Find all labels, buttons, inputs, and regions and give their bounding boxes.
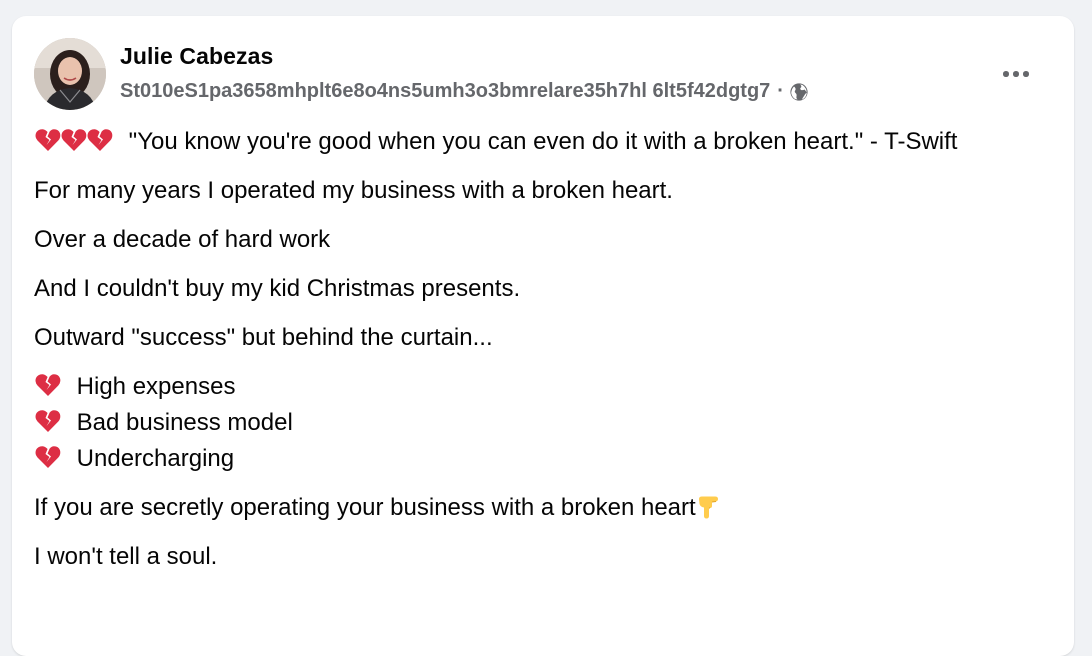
broken-heart-icon xyxy=(35,129,61,151)
list-item-label: Undercharging xyxy=(76,445,235,472)
backhand-index-pointing-down-icon xyxy=(698,496,718,519)
more-options-dot xyxy=(1013,71,1019,77)
broken-heart-icon xyxy=(35,446,61,468)
quote-paragraph: "You know you're good when you can even … xyxy=(34,124,1054,160)
avatar-photo xyxy=(34,38,106,110)
closing-text: If you are secretly operating your busin… xyxy=(34,494,696,521)
final-paragraph: I won't tell a soul. xyxy=(34,543,218,570)
list-item: High expenses xyxy=(34,369,1054,405)
paragraph: Over a decade of hard work xyxy=(34,226,331,253)
more-options-icon xyxy=(1003,71,1009,77)
more-options-button[interactable] xyxy=(996,54,1036,94)
list-item-label: Bad business model xyxy=(76,409,293,436)
bullet-list: High expenses Bad business model Underch… xyxy=(34,369,1054,477)
paragraph: For many years I operated my business wi… xyxy=(34,177,673,204)
broken-hearts xyxy=(34,128,119,155)
author-name[interactable]: Julie Cabezas xyxy=(120,43,273,70)
broken-heart-icon xyxy=(61,129,87,151)
meta-separator: · xyxy=(777,80,784,102)
globe-icon[interactable] xyxy=(789,82,809,102)
post-header: Julie Cabezas St010eS1pa3658mhplt6e8o4ns… xyxy=(34,38,1054,110)
paragraph: And I couldn't buy my kid Christmas pres… xyxy=(34,275,521,302)
post-card: Julie Cabezas St010eS1pa3658mhplt6e8o4ns… xyxy=(12,16,1074,656)
paragraph: Outward "success" but behind the curtain… xyxy=(34,324,493,351)
broken-heart-icon xyxy=(87,129,113,151)
post-timestamp-link[interactable]: St010eS1pa3658mhplt6e8o4ns5umh3o3bmrelar… xyxy=(120,80,770,103)
broken-heart-icon xyxy=(35,374,61,396)
quote-text: "You know you're good when you can even … xyxy=(128,128,958,155)
avatar[interactable] xyxy=(34,38,106,110)
list-item: Undercharging xyxy=(34,441,1054,477)
broken-heart-icon xyxy=(35,410,61,432)
post-meta: St010eS1pa3658mhplt6e8o4ns5umh3o3bmrelar… xyxy=(120,80,809,103)
post-text: "You know you're good when you can even … xyxy=(34,124,1054,588)
list-item: Bad business model xyxy=(34,405,1054,441)
list-item-label: High expenses xyxy=(76,373,236,400)
more-options-dot xyxy=(1023,71,1029,77)
closing-paragraph: If you are secretly operating your busin… xyxy=(34,490,1054,526)
